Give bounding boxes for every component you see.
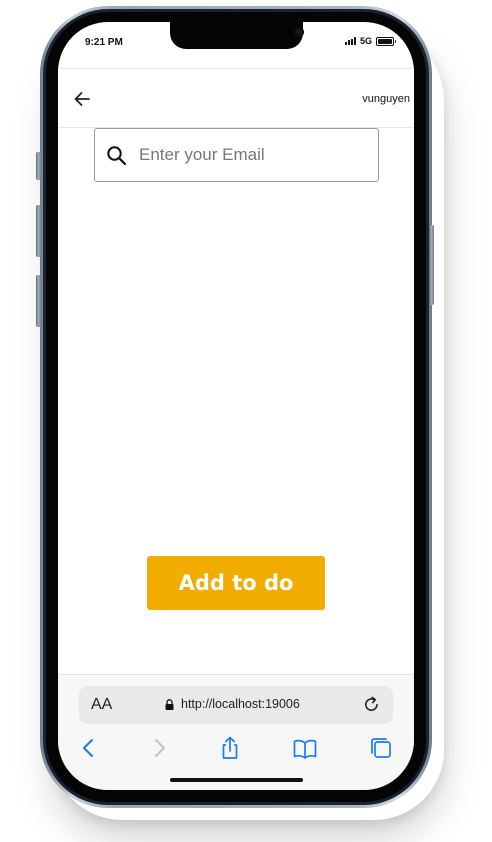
address-bar[interactable]: AA http://localhost:19006 — [79, 686, 393, 724]
power-button — [429, 225, 434, 305]
lock-icon — [165, 699, 174, 710]
search-box[interactable] — [94, 128, 379, 182]
volume-down-button — [36, 275, 41, 327]
chevron-left-icon[interactable] — [76, 735, 102, 761]
status-time: 9:21 PM — [85, 37, 123, 48]
notch — [170, 22, 304, 49]
tabs-icon[interactable] — [368, 735, 394, 761]
stage: 9:21 PM 5G vunguyen Enter your Email Add… — [0, 0, 492, 842]
arrow-left-icon[interactable] — [72, 89, 92, 109]
add-to-do-button[interactable]: Add to do — [147, 556, 325, 610]
share-icon[interactable] — [217, 735, 243, 761]
reload-icon[interactable] — [362, 695, 381, 714]
camera-icon — [294, 27, 304, 37]
search-icon — [107, 146, 127, 166]
text-size-button[interactable]: AA — [91, 696, 112, 714]
url-text: http://localhost:19006 — [181, 697, 300, 711]
status-indicators: 5G — [344, 36, 396, 46]
phone-screen: 9:21 PM 5G vunguyen Enter your Email Add… — [58, 22, 414, 790]
home-indicator — [170, 778, 303, 782]
battery-icon — [376, 36, 396, 46]
mute-switch — [36, 152, 41, 180]
app-header: vunguyen — [58, 68, 414, 128]
email-input[interactable] — [139, 141, 369, 169]
browser-toolbar — [58, 735, 414, 765]
signal-icon — [344, 37, 356, 45]
user-name: vunguyen — [362, 93, 410, 105]
book-icon[interactable] — [292, 735, 318, 761]
browser-bottom-bar: AA http://localhost:19006 — [58, 674, 414, 790]
network-label: 5G — [359, 36, 372, 46]
chevron-right-icon[interactable] — [146, 735, 172, 761]
volume-up-button — [36, 205, 41, 257]
